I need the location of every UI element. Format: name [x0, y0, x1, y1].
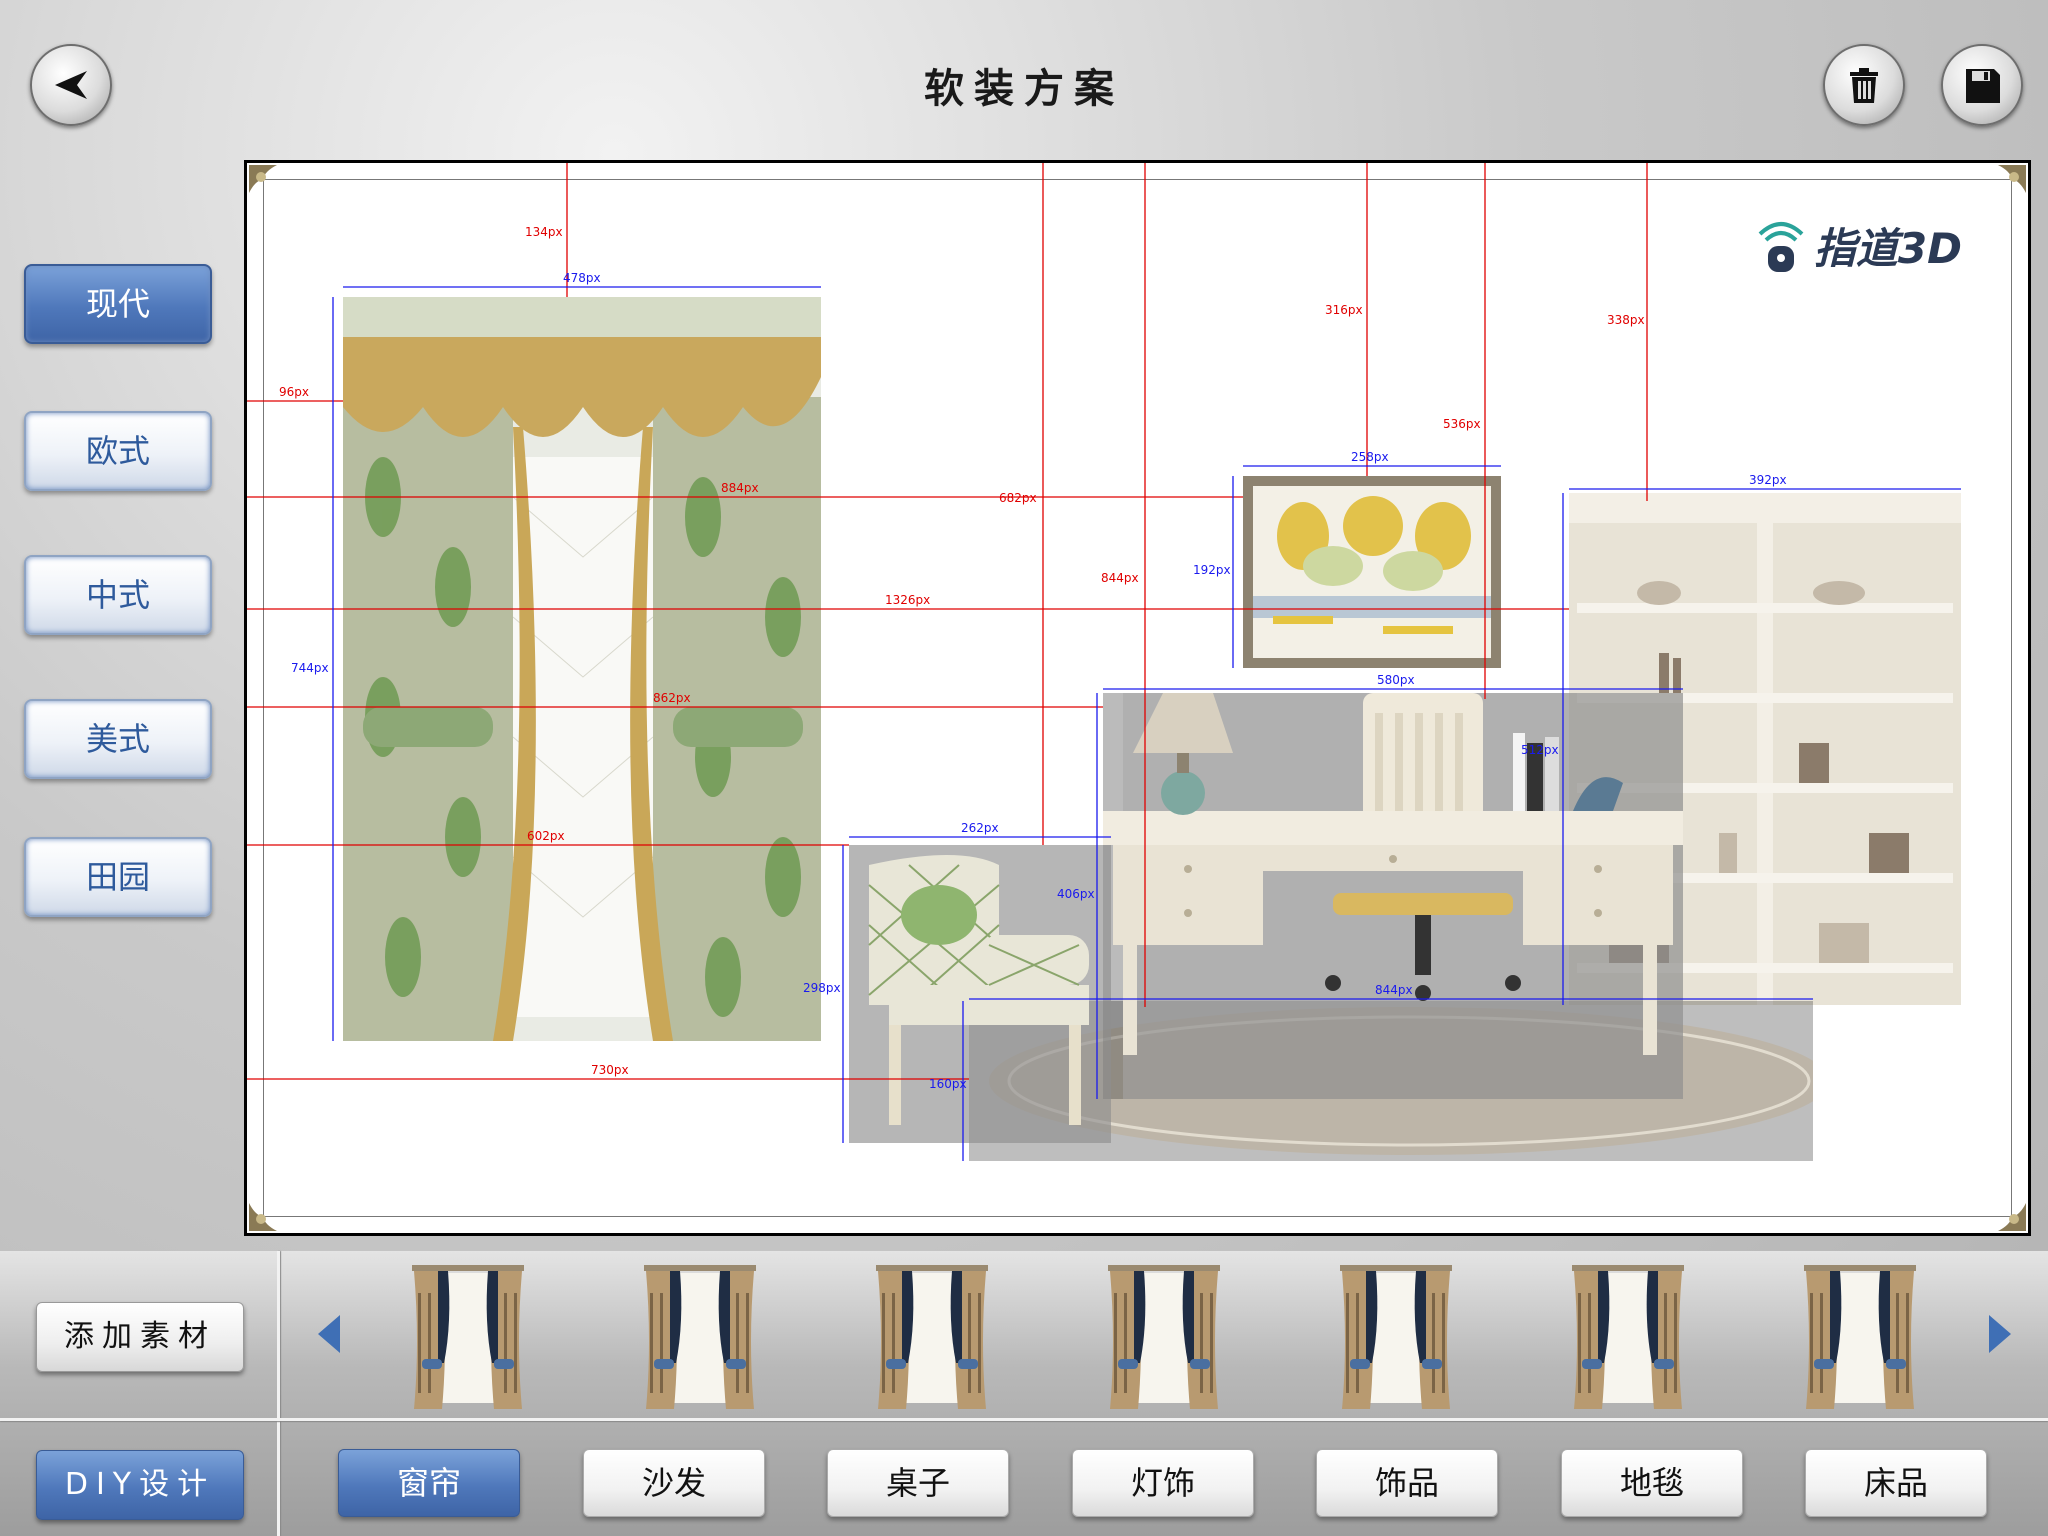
style-button-european[interactable]: 欧式 [24, 411, 212, 491]
curtain-thumbnail[interactable] [408, 1263, 528, 1411]
measure-label: 730px [591, 1063, 629, 1077]
measure-label: 744px [291, 661, 329, 675]
curtain-thumbnail[interactable] [1568, 1263, 1688, 1411]
category-button-table[interactable]: 桌子 [827, 1449, 1009, 1517]
measure-label: 192px [1193, 563, 1231, 577]
scroll-left-arrow-icon[interactable] [314, 1313, 344, 1355]
scroll-right-arrow-icon[interactable] [1985, 1313, 2015, 1355]
canvas-board: 指道3D 134px 96px 682px 844px 316px 536px … [247, 163, 2028, 1233]
measure-label: 682px [999, 491, 1037, 505]
measure-label: 580px [1377, 673, 1415, 687]
measure-label: 844px [1101, 571, 1139, 585]
measure-label: 844px [1375, 983, 1413, 997]
style-button-american[interactable]: 美式 [24, 699, 212, 779]
measure-label: 134px [525, 225, 563, 239]
measure-label: 298px [803, 981, 841, 995]
measure-label: 862px [653, 691, 691, 705]
save-button[interactable] [1941, 44, 2023, 126]
curtain-thumbnail[interactable] [1336, 1263, 1456, 1411]
divider [0, 1418, 2048, 1421]
design-canvas[interactable]: 指道3D 134px 96px 682px 844px 316px 536px … [244, 160, 2031, 1236]
category-button-bedding[interactable]: 床品 [1805, 1449, 1987, 1517]
style-button-modern[interactable]: 现代 [24, 264, 212, 344]
save-disk-icon [1966, 69, 2000, 103]
measure-label: 262px [961, 821, 999, 835]
measure-label: 96px [279, 385, 309, 399]
divider [277, 1251, 280, 1536]
trash-icon [1850, 68, 1878, 103]
measure-label: 512px [1521, 743, 1559, 757]
delete-button[interactable] [1823, 44, 1905, 126]
measure-label: 338px [1607, 313, 1645, 327]
measure-label: 478px [563, 271, 601, 285]
measure-label: 160px [929, 1077, 967, 1091]
category-button-sofa[interactable]: 沙发 [583, 1449, 765, 1517]
measure-label: 406px [1057, 887, 1095, 901]
diy-design-button[interactable]: DIY设计 [36, 1450, 244, 1520]
style-button-chinese[interactable]: 中式 [24, 555, 212, 635]
curtain-thumbnail[interactable] [1104, 1263, 1224, 1411]
curtain-thumbnail[interactable] [872, 1263, 992, 1411]
measure-label: 536px [1443, 417, 1481, 431]
measure-label: 316px [1325, 303, 1363, 317]
category-button-lighting[interactable]: 灯饰 [1072, 1449, 1254, 1517]
category-button-curtain[interactable]: 窗帘 [338, 1449, 520, 1517]
style-button-pastoral[interactable]: 田园 [24, 837, 212, 917]
measure-label: 258px [1351, 450, 1389, 464]
measure-label: 602px [527, 829, 565, 843]
page-title: 软装方案 [924, 66, 1124, 112]
measure-label: 884px [721, 481, 759, 495]
curtain-thumbnail[interactable] [640, 1263, 760, 1411]
dimension-lines [247, 163, 1961, 1161]
category-button-rug[interactable]: 地毯 [1561, 1449, 1743, 1517]
curtain-thumbnail[interactable] [1800, 1263, 1920, 1411]
measure-label: 1326px [885, 593, 931, 607]
add-material-button[interactable]: 添加素材 [36, 1302, 244, 1372]
category-button-decor[interactable]: 饰品 [1316, 1449, 1498, 1517]
measure-label: 392px [1749, 473, 1787, 487]
